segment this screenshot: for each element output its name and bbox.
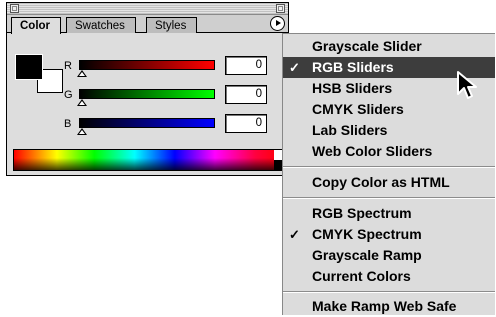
menu-item-label: CMYK Spectrum — [312, 226, 422, 242]
blue-channel-label: B — [64, 118, 72, 130]
menu-item-grayscale-slider[interactable]: Grayscale Slider — [283, 36, 495, 57]
mouse-pointer-icon — [457, 71, 477, 99]
color-palette-window: Color Swatches Styles R 0 G 0 B 0 — [6, 2, 289, 176]
green-slider-track[interactable] — [79, 89, 215, 99]
blue-slider-track[interactable] — [79, 118, 215, 128]
menu-item-make-ramp-web-safe[interactable]: Make Ramp Web Safe — [283, 296, 495, 317]
menu-item-label: HSB Sliders — [312, 80, 393, 96]
menu-item-label: Make Ramp Web Safe — [312, 298, 457, 314]
menu-item-label: RGB Sliders — [312, 59, 394, 75]
menu-item-rgb-spectrum[interactable]: RGB Spectrum — [283, 203, 495, 224]
menu-item-label: Grayscale Ramp — [312, 247, 422, 263]
menu-item-copy-color-as-html[interactable]: Copy Color as HTML — [283, 172, 495, 193]
blue-value-input[interactable]: 0 — [225, 114, 267, 133]
menu-item-lab-sliders[interactable]: Lab Sliders — [283, 120, 495, 141]
menu-separator — [283, 166, 495, 168]
foreground-color-swatch[interactable] — [16, 55, 42, 79]
close-box-icon[interactable] — [10, 4, 19, 13]
green-value-input[interactable]: 0 — [225, 85, 267, 104]
green-slider-handle-icon[interactable] — [77, 99, 87, 106]
spectrum-white-swatch[interactable] — [274, 150, 282, 160]
red-channel-label: R — [64, 60, 72, 72]
color-spectrum-bar[interactable] — [13, 149, 283, 171]
red-value-input[interactable]: 0 — [225, 56, 267, 75]
red-slider-handle-icon[interactable] — [77, 70, 87, 77]
green-channel-label: G — [64, 89, 73, 101]
spectrum-shade — [14, 150, 282, 170]
menu-item-label: Grayscale Slider — [312, 38, 422, 54]
red-slider-track[interactable] — [79, 60, 215, 70]
menu-item-cmyk-sliders[interactable]: CMYK Sliders — [283, 99, 495, 120]
menu-item-web-color-sliders[interactable]: Web Color Sliders — [283, 141, 495, 162]
palette-tab-bar: Color Swatches Styles — [7, 15, 288, 34]
menu-separator — [283, 197, 495, 199]
palette-menu-arrow-icon[interactable] — [270, 16, 285, 31]
spectrum-black-swatch[interactable] — [274, 160, 282, 170]
tab-styles[interactable]: Styles — [146, 17, 198, 33]
menu-item-label: Copy Color as HTML — [312, 174, 450, 190]
palette-title-bar[interactable] — [7, 3, 288, 15]
menu-item-label: Current Colors — [312, 268, 411, 284]
menu-separator — [283, 291, 495, 293]
menu-item-label: CMYK Sliders — [312, 101, 404, 117]
checkmark-icon: ✓ — [289, 227, 300, 242]
menu-item-cmyk-spectrum[interactable]: ✓ CMYK Spectrum — [283, 224, 495, 245]
tab-swatches[interactable]: Swatches — [66, 17, 136, 33]
menu-item-label: Web Color Sliders — [312, 143, 433, 159]
menu-item-label: Lab Sliders — [312, 122, 388, 138]
menu-item-label: RGB Spectrum — [312, 205, 412, 221]
blue-slider-handle-icon[interactable] — [77, 128, 87, 135]
menu-item-current-colors[interactable]: Current Colors — [283, 266, 495, 287]
tab-color[interactable]: Color — [11, 17, 62, 34]
checkmark-icon: ✓ — [289, 60, 300, 75]
collapse-box-icon[interactable] — [276, 4, 285, 13]
menu-item-grayscale-ramp[interactable]: Grayscale Ramp — [283, 245, 495, 266]
